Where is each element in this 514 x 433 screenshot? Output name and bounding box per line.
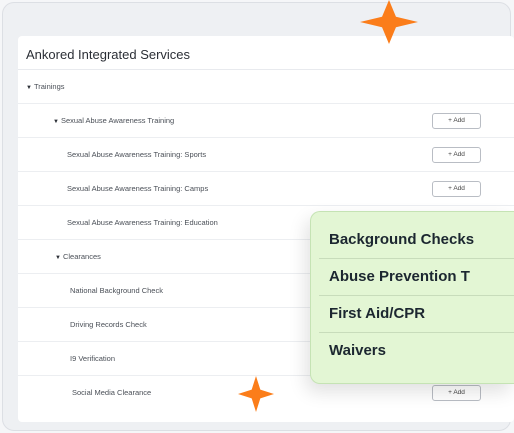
popup-item-first-aid[interactable]: First Aid/CPR: [311, 296, 514, 333]
row-label: National Background Check: [70, 286, 163, 295]
tree-row-saa-camps[interactable]: Sexual Abuse Awareness Training: Camps +…: [18, 172, 514, 206]
tree-row-trainings[interactable]: ▼ Trainings: [18, 70, 514, 104]
popup-item-waivers[interactable]: Waivers: [311, 333, 514, 370]
popup-item-abuse-prevention[interactable]: Abuse Prevention T: [311, 259, 514, 296]
tree-row-saa-training[interactable]: ▼ Sexual Abuse Awareness Training + Add: [18, 104, 514, 138]
caret-down-icon: ▼: [53, 119, 59, 125]
row-label: I9 Verification: [70, 354, 116, 363]
row-label: Sexual Abuse Awareness Training: [60, 116, 175, 125]
add-button[interactable]: + Add: [432, 181, 481, 197]
caret-down-icon: ▼: [26, 85, 32, 91]
add-button[interactable]: + Add: [432, 147, 481, 163]
row-label: Trainings: [33, 82, 65, 91]
row-label: Sexual Abuse Awareness Training: Camps: [67, 184, 209, 193]
card-title: Ankored Integrated Services: [26, 47, 191, 62]
category-popup: Background Checks Abuse Prevention T Fir…: [310, 211, 514, 384]
row-label: Driving Records Check: [70, 320, 147, 329]
row-label: Sexual Abuse Awareness Training: Sports: [67, 150, 207, 159]
tree-row-saa-sports[interactable]: Sexual Abuse Awareness Training: Sports …: [18, 138, 514, 172]
row-label: Clearances: [62, 252, 101, 261]
caret-down-icon: ▼: [55, 255, 61, 261]
row-label: Sexual Abuse Awareness Training: Educati…: [67, 218, 218, 227]
row-label: Social Media Clearance: [72, 388, 152, 397]
popup-item-background-checks[interactable]: Background Checks: [311, 222, 514, 259]
add-button[interactable]: + Add: [432, 113, 481, 129]
add-button[interactable]: + Add: [432, 385, 481, 401]
